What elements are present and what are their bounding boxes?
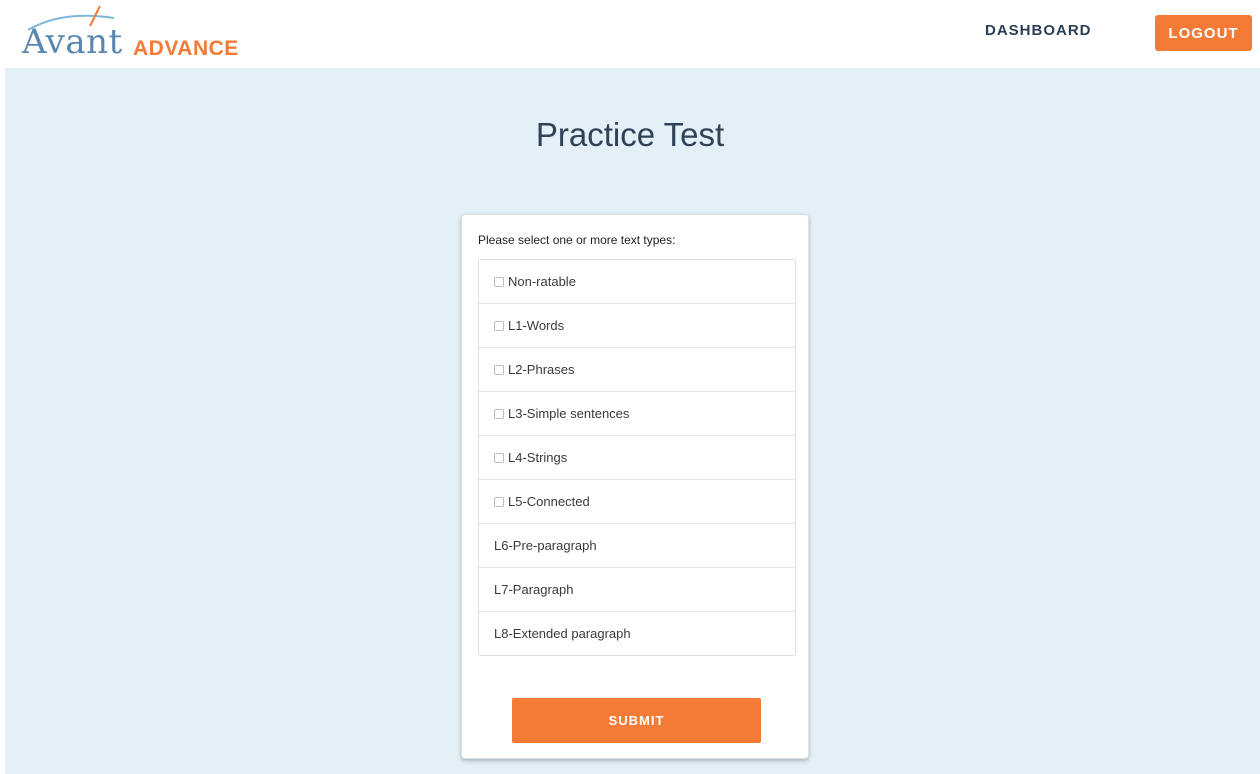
checkbox[interactable] xyxy=(494,276,504,287)
checkbox[interactable] xyxy=(494,496,504,507)
text-type-option[interactable]: L7-Paragraph xyxy=(479,567,795,611)
text-type-selection-card: Please select one or more text types: No… xyxy=(461,214,809,759)
logo-product-text: ADVANCE xyxy=(133,37,239,60)
avant-advance-logo[interactable]: Avant ADVANCE xyxy=(22,4,262,64)
text-type-label: L7-Paragraph xyxy=(494,582,574,597)
text-type-option[interactable]: L6-Pre-paragraph xyxy=(479,523,795,567)
checkbox[interactable] xyxy=(494,364,504,375)
text-type-option[interactable]: L2-Phrases xyxy=(479,347,795,391)
text-type-label: L1-Words xyxy=(508,318,565,333)
checkbox[interactable] xyxy=(494,408,504,419)
checkbox[interactable] xyxy=(494,452,504,463)
text-type-label: L3-Simple sentences xyxy=(508,406,630,421)
text-type-label: L4-Strings xyxy=(508,450,568,465)
text-type-label: L2-Phrases xyxy=(508,362,575,377)
logo-brand-text: Avant xyxy=(22,22,123,62)
app-header: Avant ADVANCE DASHBOARD LOGOUT xyxy=(0,0,1260,68)
checkbox[interactable] xyxy=(494,320,504,331)
text-type-list: Non-ratable L1-Words L2-Phrases L3-Simple s… xyxy=(478,259,796,656)
text-types-prompt: Please select one or more text types: xyxy=(478,233,676,247)
text-type-label: L6-Pre-paragraph xyxy=(494,538,597,553)
text-type-option[interactable]: L1-Words xyxy=(479,303,795,347)
dashboard-link[interactable]: DASHBOARD xyxy=(985,22,1092,39)
text-type-label: L8-Extended paragraph xyxy=(494,626,631,641)
logout-button[interactable]: LOGOUT xyxy=(1155,15,1252,51)
text-type-option[interactable]: L8-Extended paragraph xyxy=(479,611,795,655)
text-type-label: Non-ratable xyxy=(508,274,576,289)
page-title: Practice Test xyxy=(535,116,725,153)
text-type-option[interactable]: L4-Strings xyxy=(479,435,795,479)
text-type-option[interactable]: L3-Simple sentences xyxy=(479,391,795,435)
text-type-option[interactable]: Non-ratable xyxy=(479,260,795,303)
text-type-option[interactable]: L5-Connected xyxy=(479,479,795,523)
submit-button[interactable]: SUBMIT xyxy=(512,698,761,743)
text-type-label: L5-Connected xyxy=(508,494,590,509)
